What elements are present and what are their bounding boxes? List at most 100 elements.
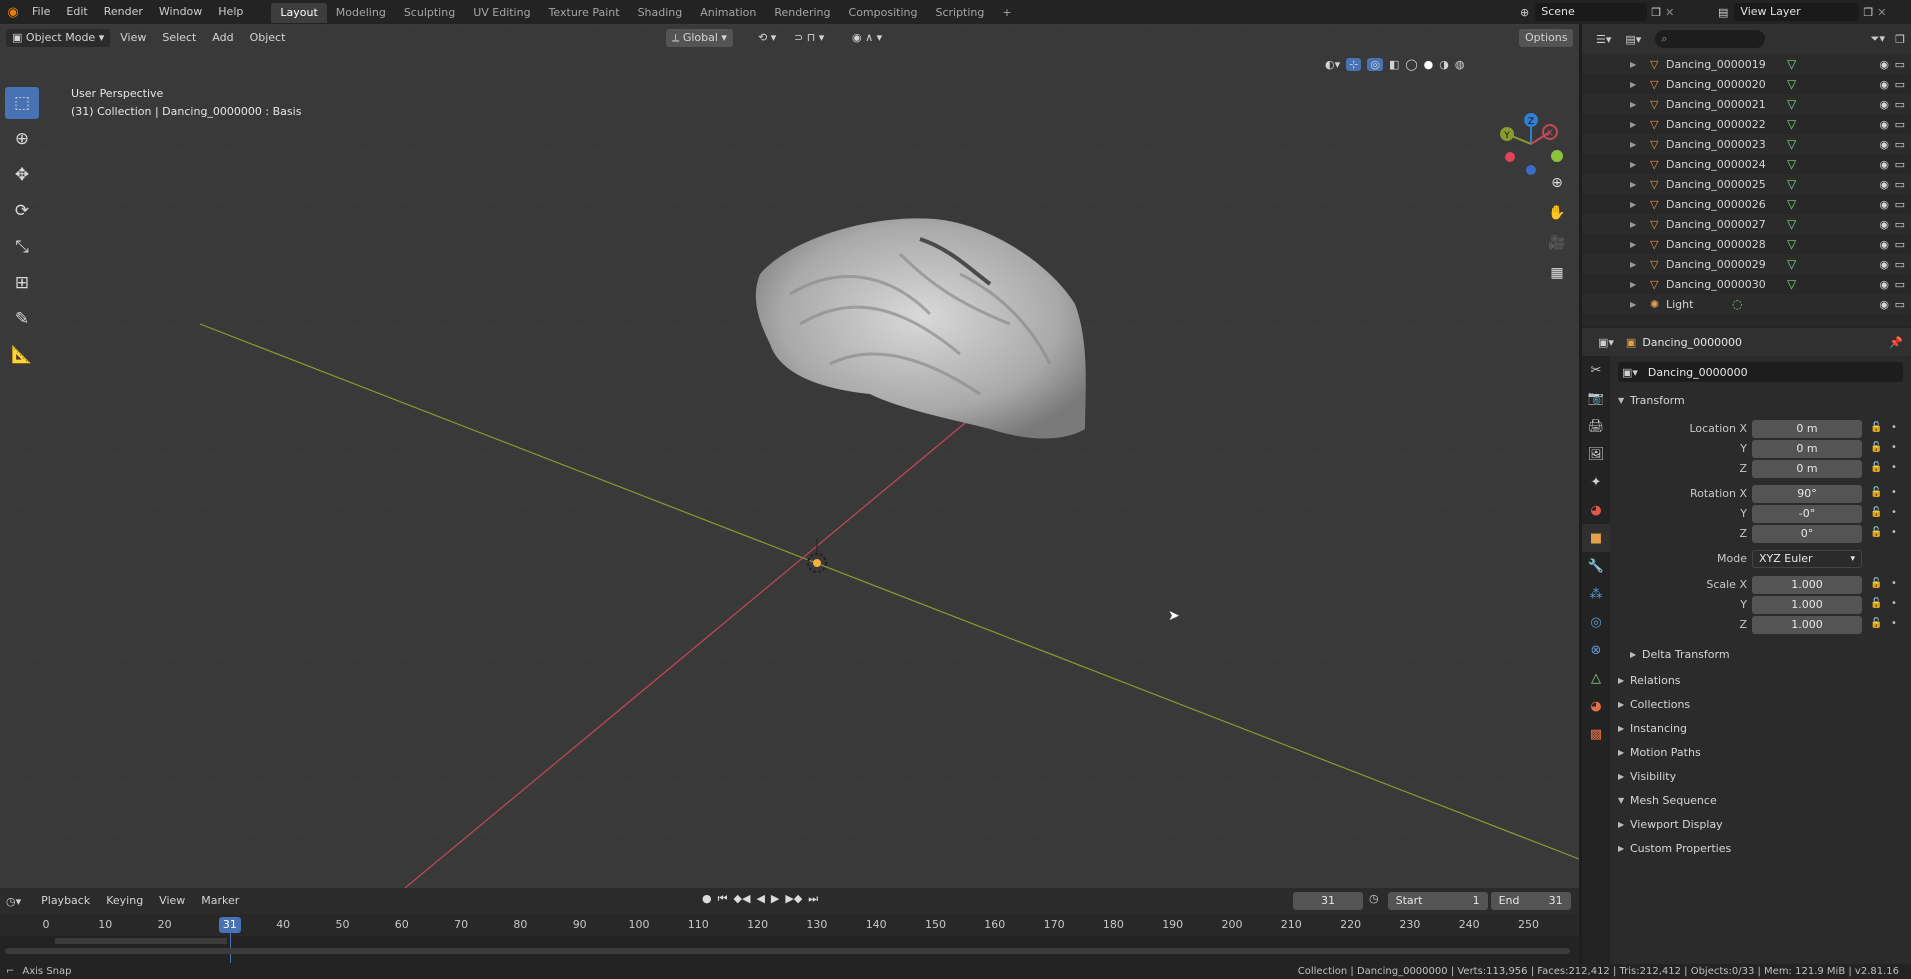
keyframe-dot-icon[interactable]: • — [1891, 598, 1897, 609]
annotate-tool-icon[interactable]: ✎ — [5, 303, 39, 335]
rotate-tool-icon[interactable]: ⟳ — [5, 195, 39, 227]
lock-icon[interactable]: 🔓 — [1870, 527, 1882, 538]
mesh-data-tab-icon[interactable]: △ — [1582, 664, 1610, 692]
expand-arrow-icon[interactable]: ▶ — [1630, 160, 1636, 169]
world-tab-icon[interactable]: ◕ — [1582, 496, 1610, 524]
scale-z-field[interactable]: 1.000 — [1752, 616, 1862, 634]
mesh-data-icon[interactable]: ▽ — [1787, 157, 1796, 171]
view-layer-name[interactable]: View Layer — [1734, 3, 1860, 21]
location-z-field[interactable]: 0 m — [1752, 460, 1862, 478]
expand-arrow-icon[interactable]: ▶ — [1630, 180, 1636, 189]
timeline-menu-marker[interactable]: Marker — [195, 892, 245, 910]
current-frame-marker[interactable]: 31 — [218, 917, 241, 933]
lock-icon[interactable]: 🔓 — [1870, 598, 1882, 609]
material-shading-icon[interactable]: ◑ — [1439, 58, 1449, 71]
menu-help[interactable]: Help — [210, 0, 251, 24]
start-frame-field[interactable]: Start 1 — [1387, 892, 1488, 910]
blender-logo-icon[interactable]: ◉ — [2, 0, 24, 24]
light-data-icon[interactable]: ◌ — [1732, 297, 1742, 311]
outliner-item[interactable]: ▶ ▽ Dancing_0000022 ▽ ◉ ▭ — [1582, 114, 1911, 134]
eye-icon[interactable]: ◉ — [1879, 278, 1889, 291]
eye-icon[interactable]: ◉ — [1879, 78, 1889, 91]
ortho-toggle-icon[interactable]: ▦ — [1544, 260, 1570, 286]
expand-arrow-icon[interactable]: ▶ — [1630, 300, 1636, 309]
render-visibility-icon[interactable]: ▭ — [1895, 198, 1905, 211]
menu-edit[interactable]: Edit — [58, 0, 95, 24]
expand-arrow-icon[interactable]: ▶ — [1630, 140, 1636, 149]
transform-panel-header[interactable]: ▼ Transform — [1610, 388, 1911, 412]
mesh-data-icon[interactable]: ▽ — [1787, 277, 1796, 291]
lock-icon[interactable]: 🔓 — [1870, 507, 1882, 518]
modifier-tab-icon[interactable]: 🔧 — [1582, 552, 1610, 580]
outliner-item[interactable]: ▶ ▽ Dancing_0000027 ▽ ◉ ▭ — [1582, 214, 1911, 234]
proportional-edit-icon[interactable]: ◉ ∧ ▾ — [846, 29, 888, 47]
lock-icon[interactable]: 🔓 — [1870, 442, 1882, 453]
delete-view-layer-icon[interactable]: ✕ — [1877, 6, 1886, 19]
mesh-data-icon[interactable]: ▽ — [1787, 237, 1796, 251]
expand-arrow-icon[interactable]: ▶ — [1630, 200, 1636, 209]
keyframe-dot-icon[interactable]: • — [1891, 618, 1897, 629]
tab-animation[interactable]: Animation — [691, 3, 765, 23]
lock-icon[interactable]: 🔓 — [1870, 578, 1882, 589]
mesh-data-icon[interactable]: ▽ — [1787, 137, 1796, 151]
options-button[interactable]: Options — [1519, 29, 1574, 47]
outliner-item[interactable]: ▶ ▽ Dancing_0000024 ▽ ◉ ▭ — [1582, 154, 1911, 174]
delta-transform-subpanel[interactable]: ▶ Delta Transform — [1610, 642, 1911, 666]
panel-custom-properties[interactable]: ▶ Custom Properties — [1610, 836, 1911, 860]
output-tab-icon[interactable]: 🖨 — [1582, 412, 1610, 440]
viewport-menu-add[interactable]: Add — [206, 29, 239, 47]
outliner-item[interactable]: ▶ ▽ Dancing_0000028 ▽ ◉ ▭ — [1582, 234, 1911, 254]
outliner-item[interactable]: ▶ ▽ Dancing_0000021 ▽ ◉ ▭ — [1582, 94, 1911, 114]
expand-arrow-icon[interactable]: ▶ — [1630, 280, 1636, 289]
mesh-data-icon[interactable]: ▽ — [1787, 197, 1796, 211]
eye-icon[interactable]: ◉ — [1879, 98, 1889, 111]
render-visibility-icon[interactable]: ▭ — [1895, 178, 1905, 191]
render-visibility-icon[interactable]: ▭ — [1895, 298, 1905, 311]
current-frame-field[interactable]: 31 — [1293, 892, 1363, 910]
pan-hand-icon[interactable]: ✋ — [1544, 200, 1570, 226]
eye-icon[interactable]: ◉ — [1879, 238, 1889, 251]
prev-keyframe-icon[interactable]: ◆◀ — [734, 892, 751, 906]
render-visibility-icon[interactable]: ▭ — [1895, 158, 1905, 171]
wireframe-shading-icon[interactable]: ◯ — [1405, 58, 1417, 71]
new-view-layer-icon[interactable]: ❐ — [1863, 6, 1873, 19]
expand-arrow-icon[interactable]: ▶ — [1630, 240, 1636, 249]
eye-icon[interactable]: ◉ — [1879, 198, 1889, 211]
expand-arrow-icon[interactable]: ▶ — [1630, 260, 1636, 269]
scene-tab-icon[interactable]: ✦ — [1582, 468, 1610, 496]
overlay-toggle-icon[interactable]: ◎ — [1367, 58, 1383, 71]
outliner-item[interactable]: ▶ ▽ Dancing_0000023 ▽ ◉ ▭ — [1582, 134, 1911, 154]
tab-shading[interactable]: Shading — [629, 3, 692, 23]
expand-arrow-icon[interactable]: ▶ — [1630, 220, 1636, 229]
eye-icon[interactable]: ◉ — [1879, 118, 1889, 131]
location-x-field[interactable]: 0 m — [1752, 420, 1862, 438]
solid-shading-icon[interactable]: ● — [1424, 58, 1434, 71]
filter-icon[interactable]: ⏷▾ — [1871, 32, 1885, 46]
render-tab-icon[interactable]: 📷 — [1582, 384, 1610, 412]
eye-icon[interactable]: ◉ — [1879, 258, 1889, 271]
render-visibility-icon[interactable]: ▭ — [1895, 78, 1905, 91]
lock-icon[interactable]: 🔓 — [1870, 487, 1882, 498]
constraints-tab-icon[interactable]: ⊗ — [1582, 636, 1610, 664]
jump-end-icon[interactable]: ⏭ — [808, 892, 818, 906]
expand-arrow-icon[interactable]: ▶ — [1630, 60, 1636, 69]
mode-selector[interactable]: ▣ Object Mode ▾ — [6, 29, 111, 47]
snap-icon[interactable]: ⊃ ⊓ ▾ — [788, 29, 830, 47]
menu-render[interactable]: Render — [96, 0, 151, 24]
outliner-item[interactable]: ▶ ▽ Dancing_0000020 ▽ ◉ ▭ — [1582, 74, 1911, 94]
eye-icon[interactable]: ◉ — [1879, 178, 1889, 191]
eye-icon[interactable]: ◉ — [1879, 58, 1889, 71]
mesh-data-icon[interactable]: ▽ — [1787, 117, 1796, 131]
view-layer-tab-icon[interactable]: 🖼 — [1582, 440, 1610, 468]
outliner-search[interactable]: ⌕ — [1655, 30, 1766, 48]
keyframe-dot-icon[interactable]: • — [1891, 422, 1897, 433]
expand-arrow-icon[interactable]: ▶ — [1630, 80, 1636, 89]
timeline-menu-view[interactable]: View — [153, 892, 191, 910]
outliner-item[interactable]: ▶ ▽ Dancing_0000029 ▽ ◉ ▭ — [1582, 254, 1911, 274]
rendered-shading-icon[interactable]: ◍ — [1455, 58, 1465, 71]
pin-icon[interactable]: 📌 — [1889, 336, 1903, 349]
timeline-ruler[interactable]: 0 10 20 31 40 50 60 70 80 90 100 110 120 130 140 150 160… — [0, 914, 1579, 963]
keyframe-dot-icon[interactable]: • — [1891, 487, 1897, 498]
rotation-y-field[interactable]: -0° — [1752, 505, 1862, 523]
tool-tab-icon[interactable]: ✂ — [1582, 356, 1610, 384]
